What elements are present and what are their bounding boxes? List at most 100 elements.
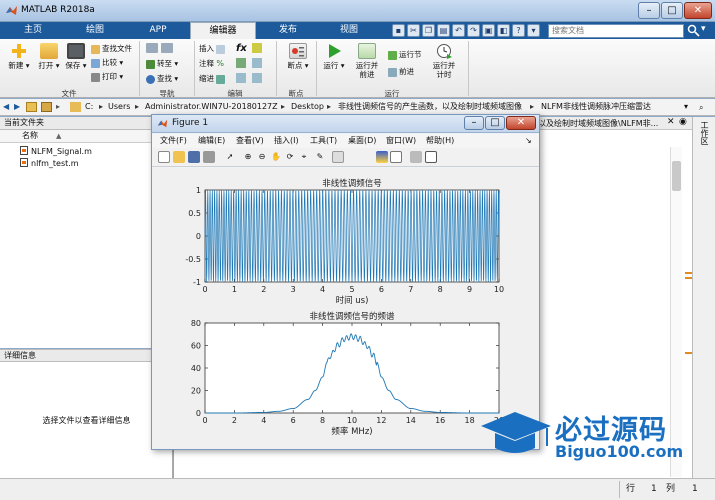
run-section-button[interactable]: 运行节 <box>388 49 422 61</box>
crumb-project-folder[interactable]: 非线性调频信号的产生函数，以及绘制时域频域图像 <box>338 99 522 115</box>
workspace-label[interactable]: 工作区 <box>695 121 709 145</box>
goto-button[interactable]: 转至 ▾ <box>146 58 178 70</box>
warning-marker[interactable] <box>685 272 692 274</box>
open-icon[interactable] <box>173 151 185 163</box>
datacursor-icon[interactable]: ⌖ <box>298 151 310 163</box>
wrap-comments-icon[interactable] <box>252 58 262 68</box>
pointer-icon[interactable]: ➚ <box>224 151 236 163</box>
scrollbar-thumb[interactable] <box>672 161 681 191</box>
up-folder-icon[interactable] <box>26 102 37 112</box>
menu-insert[interactable]: 插入(I) <box>274 134 299 148</box>
crumb-nlfm-folder[interactable]: NLFM非线性调频脉冲压缩雷达 <box>541 99 651 115</box>
new-button[interactable]: 新建 ▾ <box>4 43 34 70</box>
brush-icon[interactable]: ✎ <box>314 151 326 163</box>
menu-help[interactable]: 帮助(H) <box>426 134 454 148</box>
browse-folder-icon[interactable] <box>41 102 52 112</box>
file-column-header[interactable]: 名称 ▲ <box>0 130 172 143</box>
crumb-desktop[interactable]: Desktop <box>291 99 324 115</box>
decrease-indent-icon[interactable] <box>236 73 246 83</box>
search-icon[interactable] <box>687 24 700 37</box>
dock-icon[interactable] <box>425 151 437 163</box>
switch-windows-icon[interactable]: ▣ <box>482 24 495 37</box>
list-item[interactable]: NLFM_Signal.m <box>20 146 92 157</box>
tab-publish[interactable]: 发布 <box>258 22 318 39</box>
zoom-in-icon[interactable]: ⊕ <box>242 151 254 163</box>
rotate-icon[interactable]: ⟳ <box>284 151 296 163</box>
comment-button[interactable]: 注释 % <box>199 58 224 70</box>
indent-button[interactable]: 缩进 <box>199 73 227 85</box>
figure-minimize-button[interactable]: – <box>464 116 484 130</box>
back-arrow-icon[interactable]: ◀ <box>3 99 9 115</box>
tab-apps[interactable]: APP <box>128 22 188 39</box>
tab-home[interactable]: 主页 <box>4 22 62 39</box>
run-and-advance-button[interactable]: 运行并 前进 <box>350 43 384 79</box>
paste-quick-icon[interactable]: ▤ <box>437 24 450 37</box>
zoom-out-icon[interactable]: ⊖ <box>256 151 268 163</box>
list-item[interactable]: nlfm_test.m <box>20 158 79 169</box>
new-figure-icon[interactable] <box>158 151 170 163</box>
address-search-icon[interactable]: ⌕ <box>699 100 703 116</box>
community-icon[interactable]: ◧ <box>497 24 510 37</box>
hide-tools-icon[interactable] <box>410 151 422 163</box>
figure-maximize-button[interactable]: □ <box>485 116 505 130</box>
run-and-time-button[interactable]: 运行并 计时 <box>428 43 460 79</box>
menu-view[interactable]: 查看(V) <box>236 134 264 148</box>
forward-arrow-icon[interactable]: ▶ <box>14 99 20 115</box>
address-dropdown-icon[interactable]: ▸ <box>56 99 60 115</box>
minimize-button[interactable]: – <box>638 2 660 19</box>
axes-spectrum[interactable]: 02468101214161820020406080非线性调频信号的频谱频率 M… <box>191 311 504 437</box>
menu-file[interactable]: 文件(F) <box>160 134 187 148</box>
menu-edit[interactable]: 编辑(E) <box>198 134 225 148</box>
legend-icon[interactable] <box>390 151 402 163</box>
go-back-icon[interactable] <box>146 43 158 53</box>
figure-close-button[interactable]: ✕ <box>506 116 536 130</box>
uncomment-icon[interactable] <box>236 58 246 68</box>
breakpoints-button[interactable]: 断点 ▾ <box>283 43 313 70</box>
find-files-button[interactable]: 查找文件 <box>91 43 132 55</box>
figure-window[interactable]: Figure 1 – □ ✕ 文件(F) 编辑(E) 查看(V) 插入(I) 工… <box>151 114 540 450</box>
menu-dock-arrow-icon[interactable]: ↘ <box>525 134 532 148</box>
advance-button[interactable]: 前进 <box>388 66 414 78</box>
redo-quick-icon[interactable]: ↷ <box>467 24 480 37</box>
pan-icon[interactable]: ✋ <box>270 151 282 163</box>
tab-view[interactable]: 视图 <box>320 22 378 39</box>
address-expand-icon[interactable]: ▾ <box>684 99 688 115</box>
print-button[interactable]: 打印 ▾ <box>91 71 123 83</box>
crumb-drive[interactable]: C: <box>85 99 93 115</box>
save-quick-icon[interactable]: ▪ <box>392 24 405 37</box>
crumb-admin[interactable]: Administrator.WIN7U-20180127Z <box>145 99 278 115</box>
tab-editor[interactable]: 编辑器 <box>190 22 256 39</box>
maximize-button[interactable]: □ <box>661 2 683 19</box>
customize-dropdown-icon[interactable]: ▾ <box>527 24 540 37</box>
colorbar-icon[interactable] <box>376 151 388 163</box>
go-forward-icon[interactable] <box>161 43 173 53</box>
run-button[interactable]: 运行 ▾ <box>321 43 347 70</box>
menu-desktop[interactable]: 桌面(D) <box>348 134 376 148</box>
tab-plots[interactable]: 绘图 <box>64 22 126 39</box>
open-button[interactable]: 打开 ▾ <box>35 43 63 70</box>
undo-quick-icon[interactable]: ↶ <box>452 24 465 37</box>
edit-grid-icon[interactable] <box>252 43 262 53</box>
warning-marker[interactable] <box>685 352 692 354</box>
axes-time-domain[interactable]: 0 1 2 3 4 5 6 7 8 9 10 -1 -0.5 0 0.5 1 非线性调频信号时间 us) <box>185 178 504 306</box>
link-icon[interactable] <box>332 151 344 163</box>
figure-title-bar[interactable]: Figure 1 – □ ✕ <box>152 115 539 133</box>
crumb-users[interactable]: Users <box>108 99 130 115</box>
compare-button[interactable]: 比较 ▾ <box>91 57 123 69</box>
save-button[interactable]: 保存 ▾ <box>63 43 89 70</box>
expand-ribbon-icon[interactable]: ▾ <box>701 24 713 37</box>
search-documentation-input[interactable]: 搜索文档 <box>548 24 684 38</box>
editor-close-icon[interactable]: ✕ <box>667 117 675 127</box>
increase-indent-icon[interactable] <box>252 73 262 83</box>
insert-button[interactable]: 插入 <box>199 43 227 55</box>
close-button[interactable]: ✕ <box>684 2 712 19</box>
menu-tools[interactable]: 工具(T) <box>310 134 337 148</box>
print-icon[interactable] <box>203 151 215 163</box>
copy-quick-icon[interactable]: ❐ <box>422 24 435 37</box>
cut-quick-icon[interactable]: ✂ <box>407 24 420 37</box>
editor-actions-icon[interactable]: ◉ <box>679 117 687 127</box>
save-icon[interactable] <box>188 151 200 163</box>
warning-marker[interactable] <box>685 277 692 279</box>
fx-insert-function-icon[interactable]: fx <box>236 43 247 54</box>
menu-window[interactable]: 窗口(W) <box>386 134 416 148</box>
